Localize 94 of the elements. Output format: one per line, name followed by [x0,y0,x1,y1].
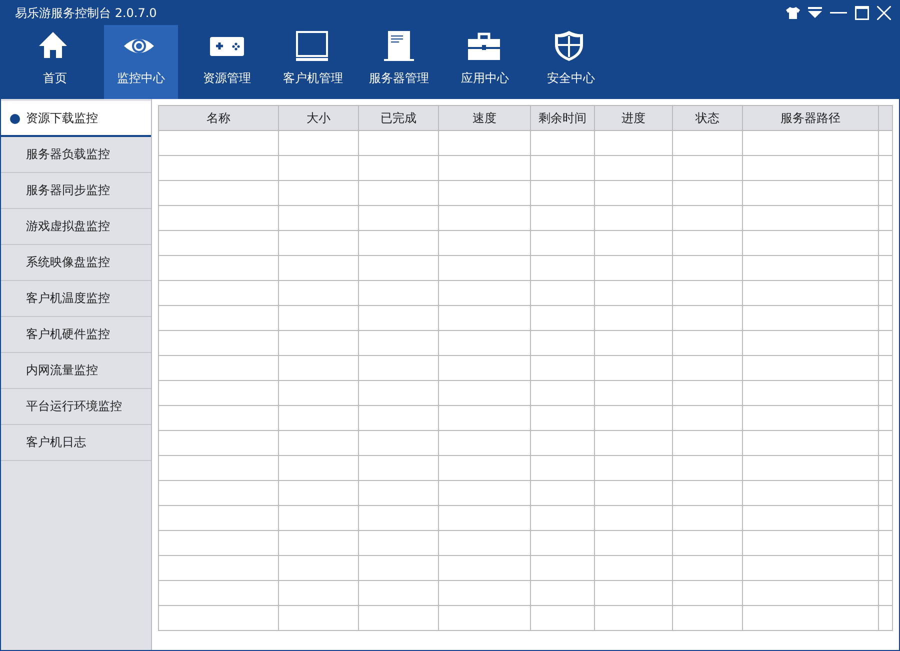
sidebar-item[interactable]: 客户机日志 [1,425,151,461]
table-cell [531,406,595,431]
column-header[interactable]: 状态 [673,106,743,131]
table-cell [531,256,595,281]
table-cell [531,506,595,531]
table-cell [879,356,893,381]
server-icon [381,30,417,62]
table-cell [879,256,893,281]
sidebar-item[interactable]: 资源下载监控 [1,101,151,137]
sidebar-item[interactable]: 服务器负载监控 [1,137,151,173]
table-cell [879,581,893,606]
table-cell [531,481,595,506]
table-cell [879,131,893,156]
table-cell [673,481,743,506]
table-cell [673,556,743,581]
table-cell [531,206,595,231]
column-header[interactable]: 进度 [595,106,673,131]
column-header[interactable]: 服务器路径 [743,106,879,131]
toolbar-tab[interactable]: 资源管理 [190,25,264,99]
table-cell [531,306,595,331]
table-cell [673,431,743,456]
toolbar-tab[interactable]: 首页 [18,25,92,99]
table-cell [879,456,893,481]
table-cell [673,531,743,556]
table-cell [531,131,595,156]
table-cell [673,281,743,306]
table-cell [531,456,595,481]
table-cell [673,156,743,181]
column-header[interactable]: 大小 [279,106,359,131]
table-cell [673,506,743,531]
table-cell [531,531,595,556]
shirt-icon[interactable] [786,7,800,19]
table-cell [879,556,893,581]
toolbar-tab[interactable]: 安全中心 [534,25,608,99]
table-cell [531,581,595,606]
toolbox-icon [467,30,503,62]
sidebar-item[interactable]: 内网流量监控 [1,353,151,389]
table-cell [673,581,743,606]
minimize-icon[interactable] [830,12,847,14]
window-title: 易乐游服务控制台 2.0.7.0 [15,4,157,22]
table-cell [879,406,893,431]
table-cell [673,331,743,356]
toolbar-tab[interactable]: 应用中心 [448,25,522,99]
table-cell [531,356,595,381]
sidebar-item[interactable]: 游戏虚拟盘监控 [1,209,151,245]
table-cell [673,231,743,256]
table-cell [879,531,893,556]
table-cell [673,406,743,431]
table-cell [531,431,595,456]
sidebar-item[interactable]: 平台运行环境监控 [1,389,151,425]
table-cell [673,306,743,331]
table-cell [879,606,893,631]
table-cell [879,431,893,456]
table-cell [531,331,595,356]
table-cell [673,181,743,206]
table-cell [879,506,893,531]
toolbar-tab[interactable]: 客户机管理 [276,25,350,99]
table-cell [673,131,743,156]
table-cell [879,306,893,331]
column-header[interactable]: 名称 [159,106,279,131]
column-header[interactable]: 剩余时间 [531,106,595,131]
column-header[interactable]: 速度 [439,106,531,131]
table-cell [879,281,893,306]
table-cell [673,381,743,406]
table-cell [531,156,595,181]
table-cell [531,181,595,206]
table-cell [673,256,743,281]
table-cell [879,381,893,406]
sidebar-item[interactable]: 系统映像盘监控 [1,245,151,281]
table-cell [879,231,893,256]
toolbar-tab[interactable]: 监控中心 [104,25,178,99]
monitor-icon [295,30,331,62]
maximize-icon[interactable] [855,6,869,20]
table-cell [879,156,893,181]
toolbar-tab[interactable]: 服务器管理 [362,25,436,99]
table-cell [531,556,595,581]
close-icon[interactable] [877,6,891,20]
table-cell [673,606,743,631]
table-cell [531,381,595,406]
column-header[interactable]: 已完成 [359,106,439,131]
table-cell [879,331,893,356]
table-cell [879,206,893,231]
table-cell [673,356,743,381]
table-cell [879,181,893,206]
table-cell [673,206,743,231]
table-cell [531,231,595,256]
table-cell [673,456,743,481]
dropdown-icon[interactable] [808,7,822,19]
sidebar-item[interactable]: 客户机硬件监控 [1,317,151,353]
table-cell [879,481,893,506]
sidebar-item[interactable]: 服务器同步监控 [1,173,151,209]
table-cell [531,281,595,306]
table-cell [531,606,595,631]
sidebar-item[interactable]: 客户机温度监控 [1,281,151,317]
